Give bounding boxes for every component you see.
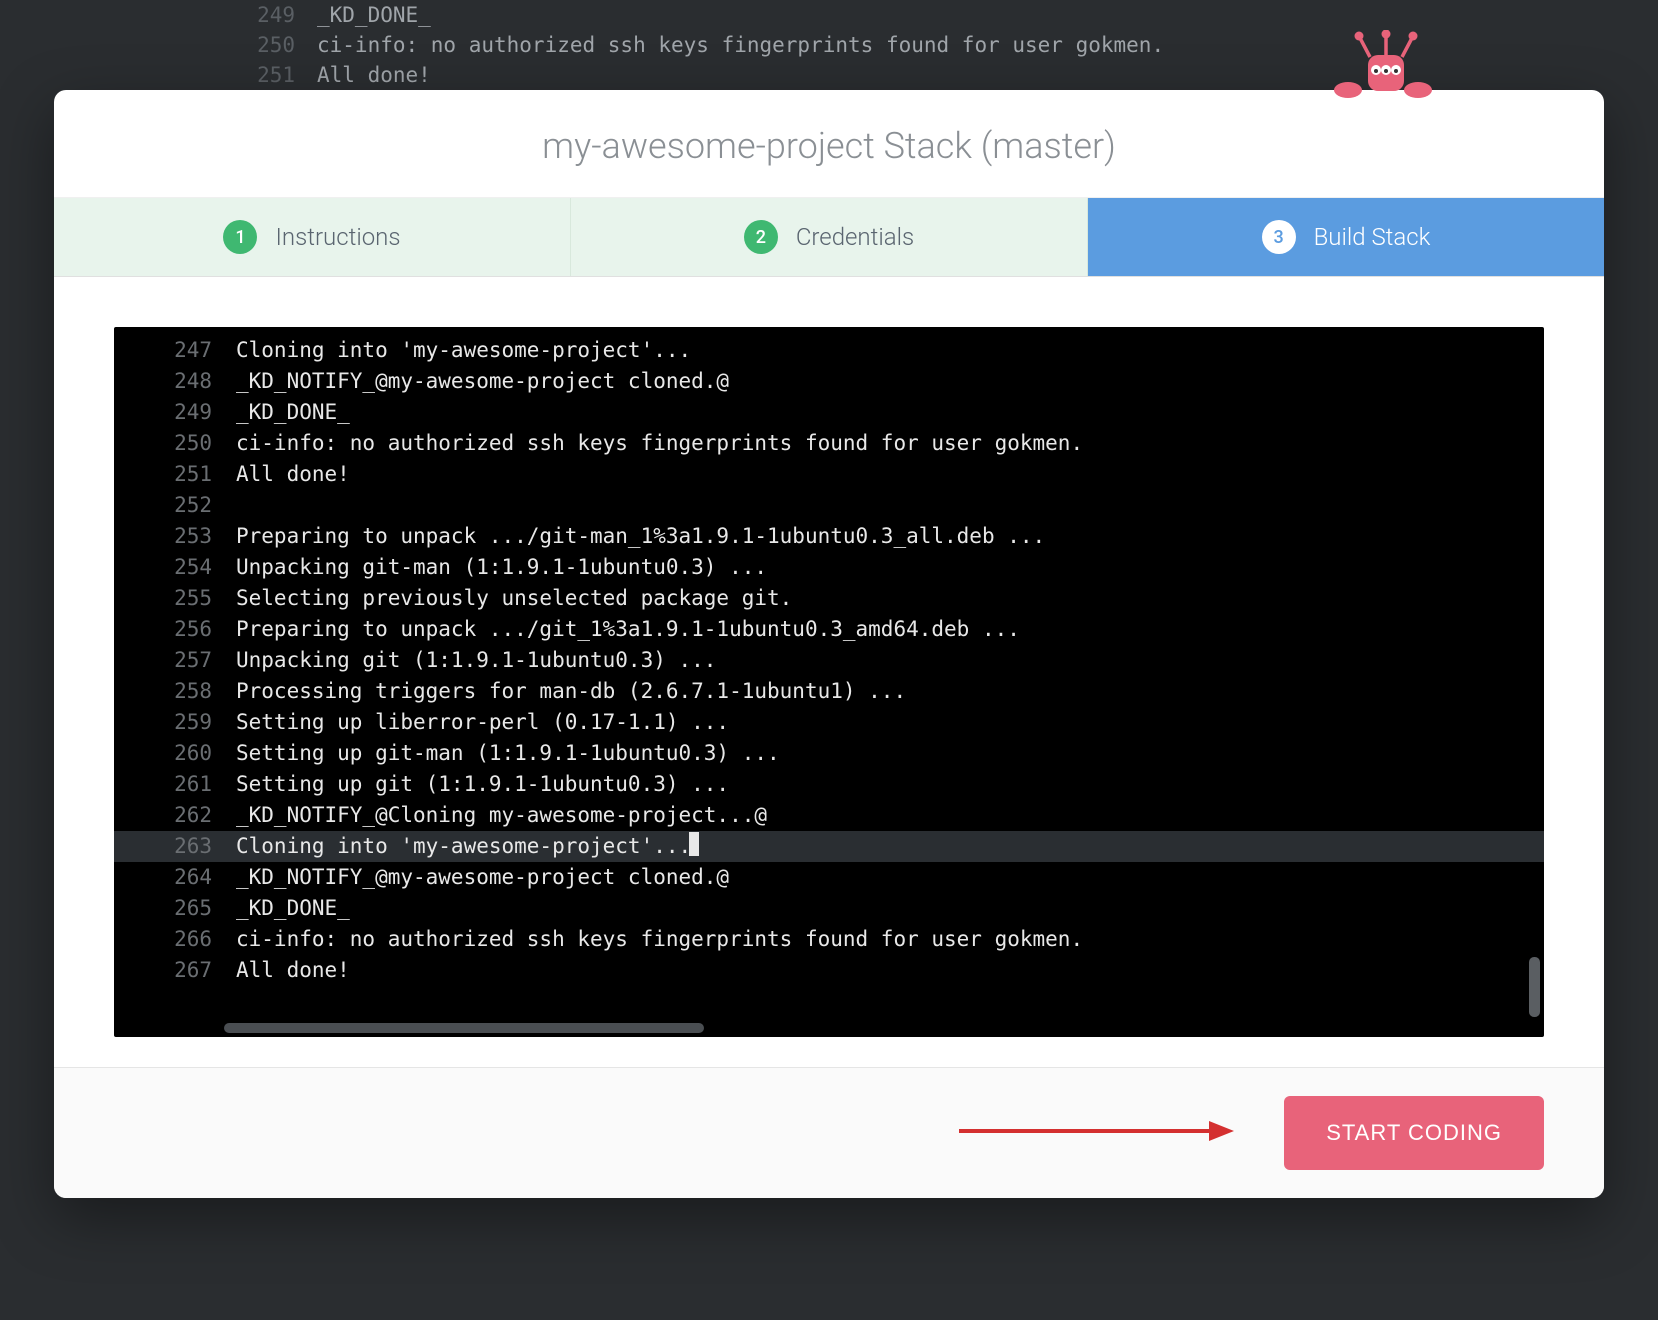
terminal-line: 248_KD_NOTIFY_@my-awesome-project cloned… <box>114 366 1544 397</box>
modal-footer: START CODING <box>54 1067 1604 1198</box>
horizontal-scrollbar[interactable] <box>224 1023 1536 1033</box>
mascot-icon <box>1313 30 1453 104</box>
terminal-line: 247Cloning into 'my-awesome-project'... <box>114 335 1544 366</box>
modal-dialog: my-awesome-project Stack (master) 1 Instr… <box>54 90 1604 1198</box>
terminal-line: 249_KD_DONE_ <box>114 397 1544 428</box>
terminal-line: 262_KD_NOTIFY_@Cloning my-awesome-projec… <box>114 800 1544 831</box>
terminal-line: 259Setting up liberror-perl (0.17-1.1) .… <box>114 707 1544 738</box>
build-terminal[interactable]: 247Cloning into 'my-awesome-project'...2… <box>114 327 1544 1037</box>
start-coding-button[interactable]: START CODING <box>1284 1096 1544 1170</box>
terminal-line: 257Unpacking git (1:1.9.1-1ubuntu0.3) ..… <box>114 645 1544 676</box>
terminal-line: 254Unpacking git-man (1:1.9.1-1ubuntu0.3… <box>114 552 1544 583</box>
modal-title: my-awesome-project Stack (master) <box>54 90 1604 197</box>
terminal-line: 253Preparing to unpack .../git-man_1%3a1… <box>114 521 1544 552</box>
step-label: Build Stack <box>1314 223 1431 251</box>
annotation-arrow-icon <box>954 1116 1234 1150</box>
terminal-line: 265_KD_DONE_ <box>114 893 1544 924</box>
terminal-line: 251All done! <box>114 459 1544 490</box>
step-number: 2 <box>744 220 778 254</box>
modal-overlay: my-awesome-project Stack (master) 1 Instr… <box>0 0 1658 1320</box>
vertical-scrollbar[interactable] <box>1529 335 1540 1017</box>
step-tab-instructions[interactable]: 1 Instructions <box>54 198 571 276</box>
step-label: Credentials <box>796 223 914 251</box>
step-label: Instructions <box>275 223 400 251</box>
terminal-line: 264_KD_NOTIFY_@my-awesome-project cloned… <box>114 862 1544 893</box>
terminal-line: 263Cloning into 'my-awesome-project'... <box>114 831 1544 862</box>
terminal-line: 266ci-info: no authorized ssh keys finge… <box>114 924 1544 955</box>
terminal-line: 250ci-info: no authorized ssh keys finge… <box>114 428 1544 459</box>
terminal-line: 252 <box>114 490 1544 521</box>
step-number: 3 <box>1262 220 1296 254</box>
step-tab-build-stack[interactable]: 3 Build Stack <box>1088 198 1604 276</box>
terminal-line: 256Preparing to unpack .../git_1%3a1.9.1… <box>114 614 1544 645</box>
terminal-line: 261Setting up git (1:1.9.1-1ubuntu0.3) .… <box>114 769 1544 800</box>
terminal-container: 247Cloning into 'my-awesome-project'...2… <box>54 277 1604 1067</box>
terminal-line: 258Processing triggers for man-db (2.6.7… <box>114 676 1544 707</box>
step-tabs: 1 Instructions 2 Credentials 3 Build Stack <box>54 197 1604 277</box>
terminal-line: 255Selecting previously unselected packa… <box>114 583 1544 614</box>
step-number: 1 <box>223 220 257 254</box>
terminal-line: 260Setting up git-man (1:1.9.1-1ubuntu0.… <box>114 738 1544 769</box>
step-tab-credentials[interactable]: 2 Credentials <box>571 198 1088 276</box>
terminal-line: 267All done! <box>114 955 1544 986</box>
